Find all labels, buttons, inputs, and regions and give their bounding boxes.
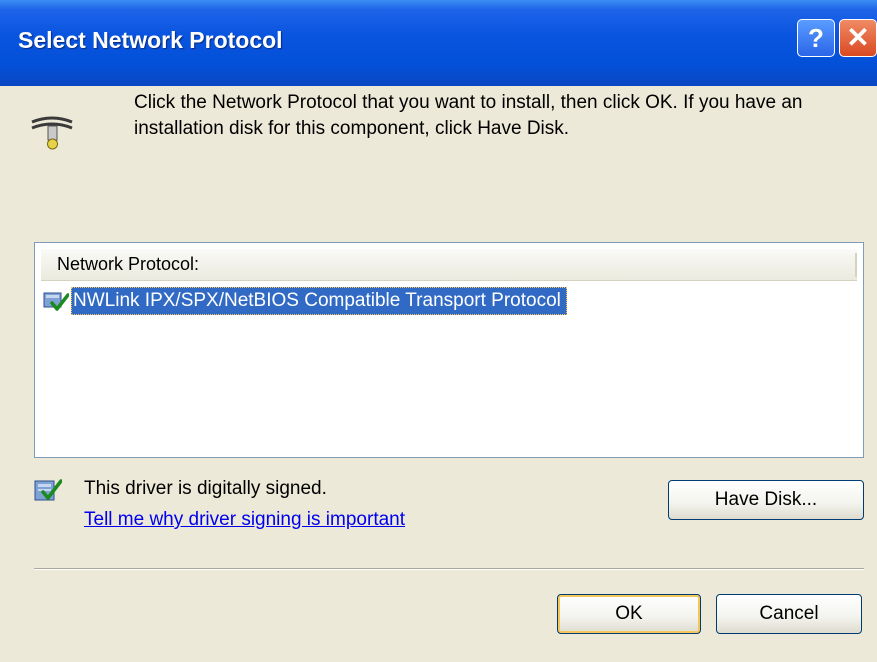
signed-driver-icon	[34, 479, 62, 501]
ok-button[interactable]: OK	[557, 594, 701, 634]
list-header-label: Network Protocol:	[57, 254, 200, 274]
cancel-button[interactable]: Cancel	[716, 594, 862, 634]
separator	[34, 568, 864, 570]
driver-signing-link[interactable]: Tell me why driver signing is important	[84, 509, 405, 531]
list-item[interactable]: NWLink IPX/SPX/NetBIOS Compatible Transp…	[43, 286, 567, 316]
window-title: Select Network Protocol	[18, 27, 283, 53]
list-item-label: NWLink IPX/SPX/NetBIOS Compatible Transp…	[71, 287, 567, 315]
have-disk-button[interactable]: Have Disk...	[668, 480, 864, 520]
dialog-body: Click the Network Protocol that you want…	[0, 86, 877, 662]
close-button[interactable]: ✕	[839, 19, 877, 57]
protocol-list[interactable]: Network Protocol: NWLink IPX/SPX/NetBIOS…	[34, 242, 864, 458]
intro-text: Click the Network Protocol that you want…	[134, 92, 803, 139]
help-button[interactable]: ?	[797, 19, 835, 57]
header-divider	[855, 253, 857, 277]
network-protocol-icon	[31, 116, 73, 150]
protocol-item-icon	[43, 292, 69, 311]
list-header[interactable]: Network Protocol:	[41, 249, 857, 281]
title-bar[interactable]: Select Network Protocol ? ✕	[0, 0, 877, 86]
signing-status: This driver is digitally signed.	[84, 478, 327, 499]
